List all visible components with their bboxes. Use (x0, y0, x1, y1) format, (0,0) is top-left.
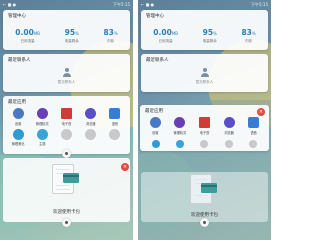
home-dock-button[interactable] (62, 218, 71, 227)
app-voice[interactable]: 语音 (241, 117, 266, 135)
app-placeholder (54, 128, 78, 147)
status-icons: ← ■ ● (3, 2, 17, 7)
recent-contacts-title: 最近联系人 (146, 58, 169, 63)
app-theme[interactable]: 主题 (30, 128, 54, 146)
beautify-icon[interactable] (152, 140, 161, 148)
stat-data-usage[interactable]: 0.00MB 已用流量 (15, 28, 40, 44)
status-time: 下午5:15 (251, 1, 268, 7)
recent-apps-card: 最近应用 设置 管理精灵 电子首 浏览器 语音 管理美化 主题 (3, 96, 130, 154)
settings-icon (12, 108, 24, 119)
voice-icon (248, 117, 260, 128)
recent-contacts-hint: 暂无联系人 (195, 80, 214, 84)
app-manager[interactable]: 管理精灵 (30, 108, 54, 126)
recent-contacts-hint: 暂无联系人 (57, 80, 76, 84)
card-wallet-card[interactable]: 欢迎使用卡包 (141, 172, 268, 222)
app-browser[interactable]: 浏览器 (217, 117, 242, 135)
recent-contacts-card[interactable]: 最近联系人 暂无联系人 (3, 54, 130, 92)
app-placeholder (103, 128, 127, 147)
status-icons: ← ■ ● (141, 2, 155, 7)
voice-icon (109, 108, 121, 119)
app-manager[interactable]: 管理精灵 (168, 117, 193, 135)
close-icon[interactable]: × (121, 163, 129, 171)
stat-battery[interactable]: 95% 电量剩余 (203, 28, 217, 44)
recent-apps-title: 最近应用 (8, 100, 26, 105)
manager-icon (174, 117, 186, 128)
app-beautify[interactable]: 管理美化 (6, 128, 30, 146)
placeholder-icon (85, 128, 97, 140)
stat-memory[interactable]: 83% 内存 (103, 28, 117, 44)
ebook-icon (198, 117, 210, 128)
stat-data-usage[interactable]: 0.00MB 已用流量 (153, 28, 178, 44)
app-settings[interactable]: 设置 (143, 117, 168, 135)
theme-icon[interactable] (176, 140, 185, 148)
beautify-icon (12, 128, 24, 140)
add-card-button[interactable] (62, 149, 71, 158)
browser-icon (223, 117, 235, 128)
placeholder-icon (200, 140, 209, 148)
status-bar: ← ■ ● 下午5:15 (0, 0, 133, 9)
app-ebook[interactable]: 电子首 (54, 108, 78, 126)
recent-apps-card-dragging[interactable]: 最近应用 设置 管理精灵 电子首 浏览器 语音 (140, 105, 269, 151)
management-center-title: 管理中心 (8, 14, 26, 19)
stat-memory[interactable]: 83% 内存 (241, 28, 255, 44)
phone-card-illustration (189, 174, 220, 204)
placeholder-icon (248, 140, 257, 148)
contact-icon (62, 68, 71, 77)
app-placeholder (79, 128, 103, 147)
placeholder-icon (224, 140, 233, 148)
close-icon[interactable]: × (257, 108, 265, 116)
screen-right: ← ■ ● 下午5:15 管理中心 0.00MB 已用流量 95% 电量剩余 8… (138, 0, 271, 240)
contact-icon (200, 68, 209, 77)
card-wallet-card[interactable]: 欢迎使用卡包 (3, 158, 130, 222)
screen-left: ← ■ ● 下午5:15 管理中心 0.00MB 已用流量 95% 电量剩余 8… (0, 0, 133, 240)
management-center-title: 管理中心 (146, 14, 164, 19)
placeholder-icon (109, 128, 121, 140)
stat-battery[interactable]: 95% 电量剩余 (65, 28, 79, 44)
app-settings[interactable]: 设置 (6, 108, 30, 126)
theme-icon (36, 128, 48, 140)
welcome-text: 欢迎使用卡包 (53, 210, 80, 215)
management-center-card[interactable]: 管理中心 0.00MB 已用流量 95% 电量剩余 83% 内存 (141, 10, 268, 50)
ebook-icon (60, 108, 72, 119)
management-center-card[interactable]: 管理中心 0.00MB 已用流量 95% 电量剩余 83% 内存 (3, 10, 130, 50)
placeholder-icon (60, 128, 72, 140)
status-bar: ← ■ ● 下午5:15 (138, 0, 271, 9)
recent-contacts-card[interactable]: 最近联系人 暂无联系人 (141, 54, 268, 92)
recent-contacts-title: 最近联系人 (8, 58, 31, 63)
settings-icon (149, 117, 161, 128)
app-browser[interactable]: 浏览器 (79, 108, 103, 126)
app-voice[interactable]: 语音 (103, 108, 127, 126)
phone-card-illustration (51, 164, 82, 194)
status-time: 下午5:15 (113, 1, 130, 7)
recent-apps-title: 最近应用 (145, 109, 163, 114)
manager-icon (36, 108, 48, 119)
browser-icon (85, 108, 97, 119)
home-dock-button[interactable] (200, 218, 209, 227)
app-ebook[interactable]: 电子首 (192, 117, 217, 135)
